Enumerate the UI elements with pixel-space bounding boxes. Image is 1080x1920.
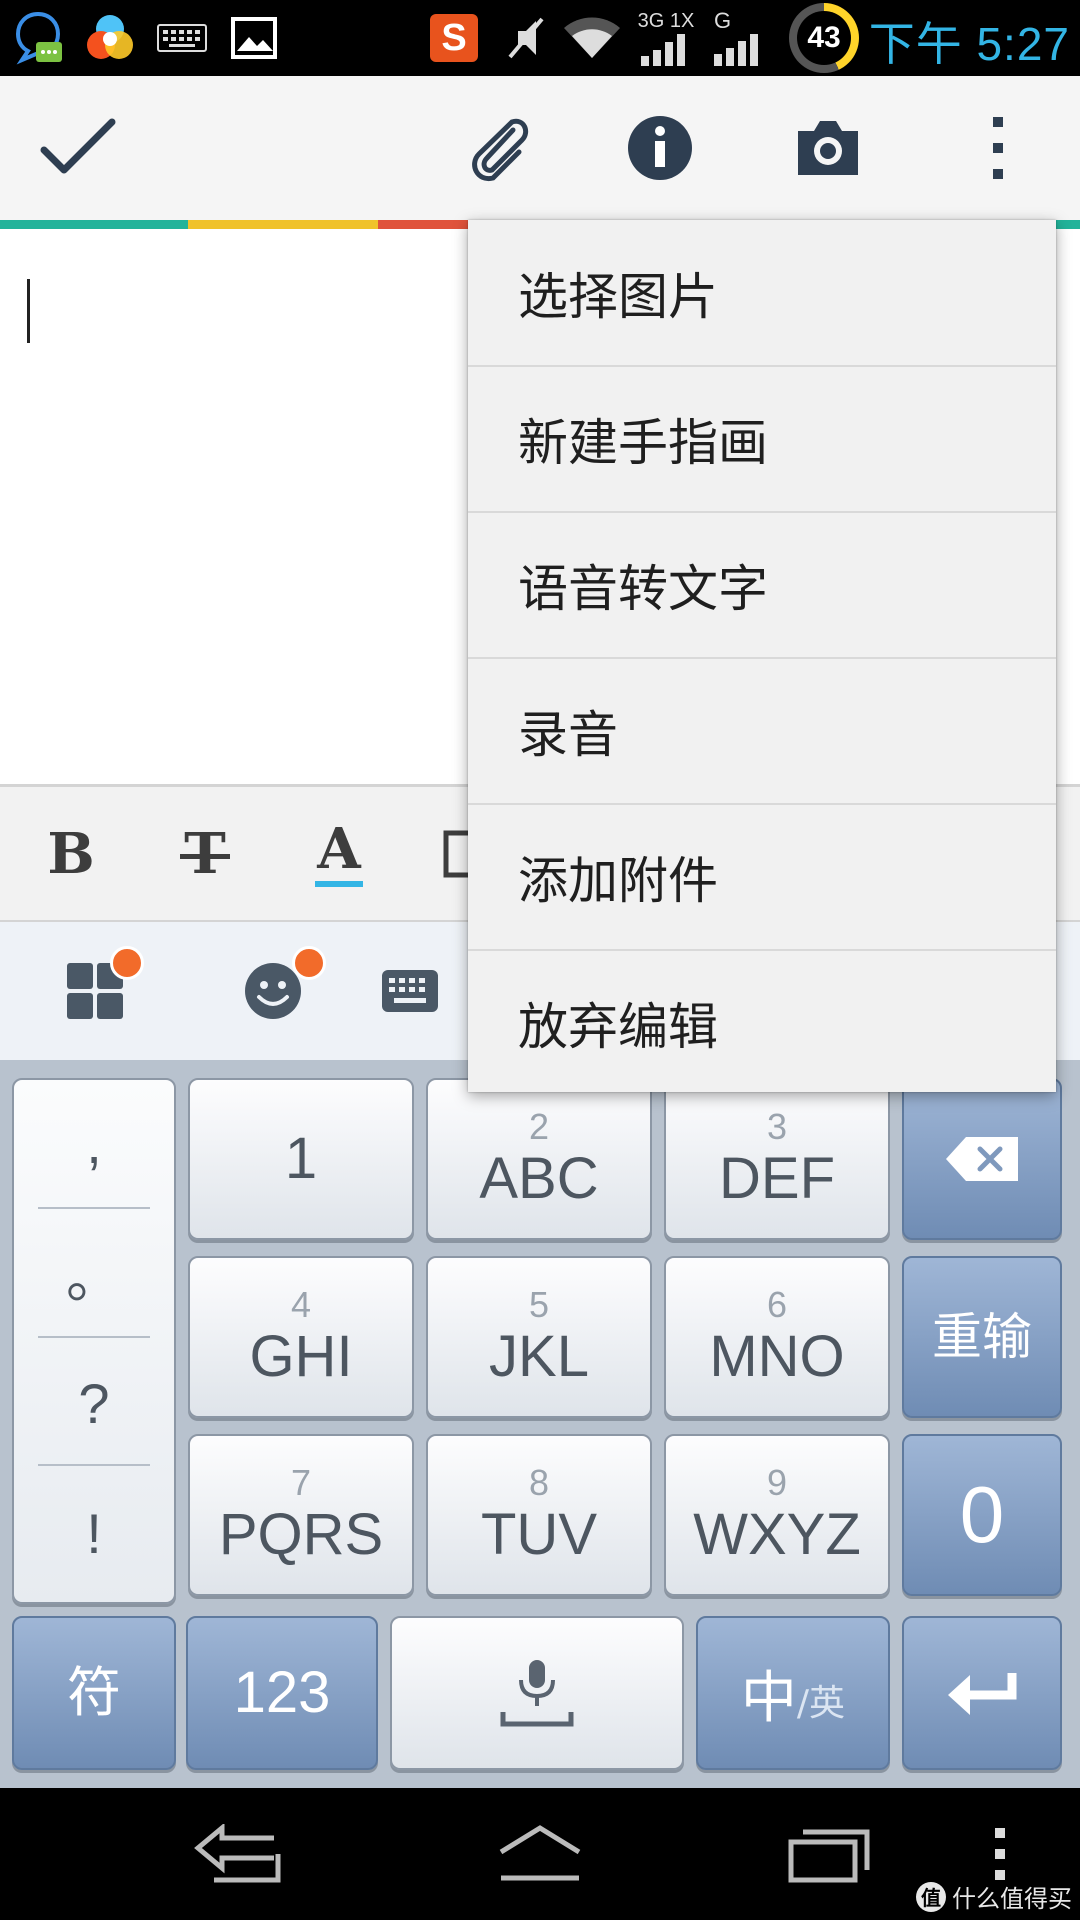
menu-item-record-audio[interactable]: 录音: [468, 658, 1056, 803]
chat-notification-icon: [6, 0, 70, 76]
back-button[interactable]: [164, 1788, 324, 1920]
backspace-icon: [946, 1137, 1018, 1181]
punct-question-key[interactable]: ?: [14, 1340, 174, 1466]
reinput-key[interactable]: 重输: [902, 1256, 1062, 1418]
punct-period-key[interactable]: 。: [14, 1210, 174, 1336]
key-5-jkl[interactable]: 5 JKL: [426, 1256, 652, 1418]
menu-item-new-finger-drawing[interactable]: 新建手指画: [468, 366, 1056, 511]
camera-button[interactable]: [768, 76, 888, 220]
signal-3g-icon: 3G 1X: [634, 0, 698, 76]
apps-badge: [110, 946, 144, 980]
space-voice-key[interactable]: [390, 1616, 684, 1770]
watermark-logo: 值: [916, 1881, 946, 1912]
status-bar: S 3G 1X G 43 下午 5:27: [0, 0, 1080, 76]
home-icon: [499, 1825, 581, 1881]
punct-comma-key[interactable]: ,: [14, 1080, 174, 1206]
text-cursor: [27, 279, 30, 343]
key-7-pqrs[interactable]: 7 PQRS: [188, 1434, 414, 1596]
t9-keyboard: , 。 ? ! 1 2 ABC 3 DEF 4 GHI 5 JKL 6 MNO …: [0, 1060, 1080, 1788]
key-3-def[interactable]: 3 DEF: [664, 1078, 890, 1240]
wifi-icon: [560, 0, 624, 76]
keyboard-icon: [150, 0, 214, 76]
menu-item-discard-edit[interactable]: 放弃编辑: [468, 950, 1056, 1095]
ime-keyboard-switch-button[interactable]: [380, 922, 470, 1060]
bold-icon: B: [47, 820, 95, 887]
key-8-tuv[interactable]: 8 TUV: [426, 1434, 652, 1596]
camera-icon: [798, 121, 858, 175]
paperclip-icon: [472, 118, 529, 182]
delete-key[interactable]: [902, 1078, 1062, 1240]
mute-icon: [496, 0, 556, 76]
checkmark-icon: [40, 118, 116, 174]
enter-icon: [948, 1673, 1017, 1715]
overflow-icon: [993, 117, 1003, 179]
menu-item-speech-to-text[interactable]: 语音转文字: [468, 512, 1056, 657]
ime-emoji-button[interactable]: [208, 922, 338, 1060]
lang-switch-key[interactable]: 中 /英: [696, 1616, 890, 1770]
home-button[interactable]: [460, 1788, 620, 1920]
emoji-badge: [292, 946, 326, 980]
recent-apps-button[interactable]: [750, 1788, 910, 1920]
sogou-icon: S: [424, 0, 484, 76]
key-2-abc[interactable]: 2 ABC: [426, 1078, 652, 1240]
punct-exclaim-key[interactable]: !: [14, 1470, 174, 1596]
zero-key[interactable]: 0: [902, 1434, 1062, 1596]
enter-key[interactable]: [902, 1616, 1062, 1770]
signal-g-icon: G: [708, 0, 772, 76]
menu-item-choose-image[interactable]: 选择图片: [468, 220, 1056, 365]
status-clock: 下午 5:27: [868, 18, 1070, 70]
menu-dots-icon: [995, 1828, 1005, 1880]
navigation-bar: 值 什么值得买: [0, 1788, 1080, 1920]
watermark: 值 什么值得买: [916, 1879, 1072, 1914]
key-9-wxyz[interactable]: 9 WXYZ: [664, 1434, 890, 1596]
numbers-key[interactable]: 123: [186, 1616, 378, 1770]
done-button[interactable]: [18, 76, 138, 220]
watermark-text: 什么值得买: [952, 1885, 1072, 1913]
symbols-key[interactable]: 符: [12, 1616, 176, 1770]
keyboard-switch-icon: [382, 970, 438, 1012]
overflow-menu-button[interactable]: [938, 76, 1058, 220]
menu-item-add-attachment[interactable]: 添加附件: [468, 804, 1056, 949]
strikethrough-icon: T: [180, 821, 230, 887]
key-6-mno[interactable]: 6 MNO: [664, 1256, 890, 1418]
punctuation-column: , 。 ? !: [12, 1078, 176, 1604]
info-icon: [628, 116, 692, 180]
recent-apps-icon: [788, 1829, 870, 1883]
ime-apps-button[interactable]: [30, 922, 160, 1060]
key-1[interactable]: 1: [188, 1078, 414, 1240]
text-color-button[interactable]: A: [284, 787, 394, 920]
key-4-ghi[interactable]: 4 GHI: [188, 1256, 414, 1418]
overflow-menu: 选择图片 新建手指画 语音转文字 录音 添加附件 放弃编辑: [468, 220, 1056, 1092]
color-app-icon: [78, 0, 142, 76]
microphone-icon: [500, 1660, 574, 1727]
info-button[interactable]: [600, 76, 720, 220]
image-icon: [222, 0, 286, 76]
battery-icon: 43: [786, 0, 862, 76]
text-color-icon: A: [317, 815, 361, 882]
strikethrough-button[interactable]: T: [150, 787, 260, 920]
action-bar: [0, 76, 1080, 220]
back-icon: [194, 1824, 281, 1883]
bold-button[interactable]: B: [16, 787, 126, 920]
attach-button[interactable]: [440, 76, 560, 220]
